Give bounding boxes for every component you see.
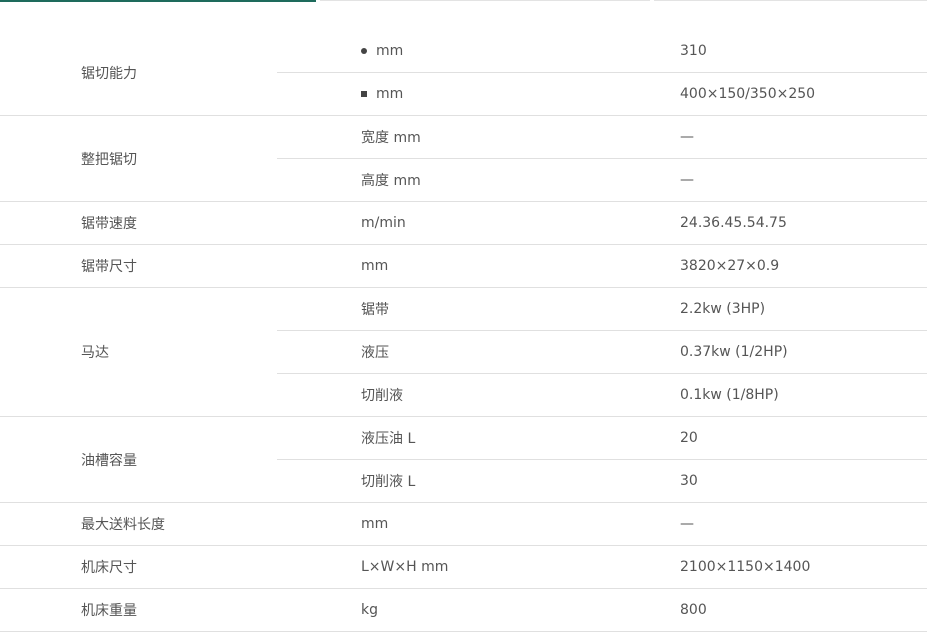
spec-rows: mm 3820×27×0.9 xyxy=(277,245,927,287)
spec-unit-label: 宽度 mm xyxy=(361,130,421,146)
spec-rows: mm 310 mm 400×150/350×250 xyxy=(277,30,927,115)
tab-bar xyxy=(0,0,927,2)
spec-rows: L×W×H mm 2100×1150×1400 xyxy=(277,546,927,588)
spec-row: mm 3820×27×0.9 xyxy=(277,245,927,287)
spec-group-name: 马达 xyxy=(81,345,109,361)
spec-group: 机床尺寸 L×W×H mm 2100×1150×1400 xyxy=(0,546,927,589)
spec-rows: 锯带 2.2kw (3HP) 液压 0.37kw (1/2HP) 切削液 0.1kw (1… xyxy=(277,288,927,416)
tab-divider[interactable] xyxy=(654,0,927,1)
spec-unit-label: mm xyxy=(361,516,389,532)
spec-value: 2100×1150×1400 xyxy=(680,559,811,575)
spec-value: 3820×27×0.9 xyxy=(680,258,780,274)
spec-row: 液压油 L 20 xyxy=(277,417,927,459)
tab-divider[interactable] xyxy=(320,0,650,1)
spec-unit: 液压油 L xyxy=(277,428,680,448)
spec-row: 高度 mm — xyxy=(277,158,927,201)
spec-value: 800 xyxy=(680,602,707,618)
spec-table: 锯切能力 mm 310 mm 400×150/350×250 整把锯切 宽度 mm — 高度 m… xyxy=(0,30,927,632)
spec-row: 锯带 2.2kw (3HP) xyxy=(277,288,927,330)
spec-unit-label: mm xyxy=(376,86,404,102)
spec-value: 30 xyxy=(680,473,698,489)
spec-unit-label: L×W×H mm xyxy=(361,559,449,575)
spec-unit-label: 锯带 xyxy=(361,302,389,318)
spec-value: 400×150/350×250 xyxy=(680,86,816,102)
spec-group-name: 锯带尺寸 xyxy=(81,259,137,275)
spec-value: 2.2kw (3HP) xyxy=(680,301,766,317)
spec-unit-label: 切削液 L xyxy=(361,474,416,490)
spec-unit: L×W×H mm xyxy=(277,559,680,575)
spec-unit-label: kg xyxy=(361,602,378,618)
spec-unit-label: 切削液 xyxy=(361,388,403,404)
spec-unit-label: mm xyxy=(376,43,404,59)
spec-group: 锯带速度 m/min 24.36.45.54.75 xyxy=(0,202,927,245)
spec-group: 锯切能力 mm 310 mm 400×150/350×250 xyxy=(0,30,927,116)
spec-rows: 液压油 L 20 切削液 L 30 xyxy=(277,417,927,502)
spec-row: 切削液 L 30 xyxy=(277,459,927,502)
spec-unit-label: 液压油 L xyxy=(361,431,416,447)
spec-unit: 锯带 xyxy=(277,299,680,319)
spec-unit-label: 高度 mm xyxy=(361,173,421,189)
spec-unit: kg xyxy=(277,602,680,618)
spec-unit: 高度 mm xyxy=(277,170,680,190)
spec-unit-label: m/min xyxy=(361,215,406,231)
spec-rows: 宽度 mm — 高度 mm — xyxy=(277,116,927,201)
spec-unit: 宽度 mm xyxy=(277,127,680,147)
spec-group: 油槽容量 液压油 L 20 切削液 L 30 xyxy=(0,417,927,503)
spec-group-name: 机床重量 xyxy=(81,603,137,619)
spec-group: 马达 锯带 2.2kw (3HP) 液压 0.37kw (1/2HP) 切削液 0.1kw … xyxy=(0,288,927,417)
spec-group: 机床重量 kg 800 xyxy=(0,589,927,632)
spec-row: kg 800 xyxy=(277,589,927,631)
spec-unit: mm xyxy=(277,86,680,102)
spec-value: 0.1kw (1/8HP) xyxy=(680,387,779,403)
spec-row: mm — xyxy=(277,503,927,545)
tab-active-indicator[interactable] xyxy=(0,0,316,2)
spec-value: 20 xyxy=(680,430,698,446)
spec-row: 切削液 0.1kw (1/8HP) xyxy=(277,373,927,416)
spec-value: 0.37kw (1/2HP) xyxy=(680,344,788,360)
square-stock-icon xyxy=(361,91,367,97)
spec-row: 宽度 mm — xyxy=(277,116,927,158)
spec-unit: mm xyxy=(277,258,680,274)
spec-value: — xyxy=(680,129,694,145)
spec-rows: kg 800 xyxy=(277,589,927,631)
spec-group: 最大送料长度 mm — xyxy=(0,503,927,546)
spec-group-name: 最大送料长度 xyxy=(81,517,165,533)
spec-unit: m/min xyxy=(277,215,680,231)
spec-value: 24.36.45.54.75 xyxy=(680,215,787,231)
spec-row: mm 310 xyxy=(277,30,927,72)
spec-row: L×W×H mm 2100×1150×1400 xyxy=(277,546,927,588)
spec-unit: 切削液 L xyxy=(277,471,680,491)
spec-value: 310 xyxy=(680,43,707,59)
spec-unit: 液压 xyxy=(277,342,680,362)
spec-value: — xyxy=(680,516,694,532)
spec-row: m/min 24.36.45.54.75 xyxy=(277,202,927,244)
spec-group: 锯带尺寸 mm 3820×27×0.9 xyxy=(0,245,927,288)
spec-unit-label: mm xyxy=(361,258,389,274)
spec-unit: mm xyxy=(277,43,680,59)
spec-group-name: 锯切能力 xyxy=(81,65,137,82)
spec-group-name: 油槽容量 xyxy=(81,452,137,469)
spec-row: mm 400×150/350×250 xyxy=(277,72,927,115)
spec-group-name: 锯带速度 xyxy=(81,216,137,232)
spec-row: 液压 0.37kw (1/2HP) xyxy=(277,330,927,373)
spec-group-name: 机床尺寸 xyxy=(81,560,137,576)
spec-value: — xyxy=(680,172,694,188)
spec-unit-label: 液压 xyxy=(361,345,389,361)
spec-group: 整把锯切 宽度 mm — 高度 mm — xyxy=(0,116,927,202)
spec-unit: 切削液 xyxy=(277,385,680,405)
spec-unit: mm xyxy=(277,516,680,532)
round-stock-icon xyxy=(361,48,367,54)
spec-group-name: 整把锯切 xyxy=(81,151,137,168)
spec-rows: m/min 24.36.45.54.75 xyxy=(277,202,927,244)
spec-rows: mm — xyxy=(277,503,927,545)
